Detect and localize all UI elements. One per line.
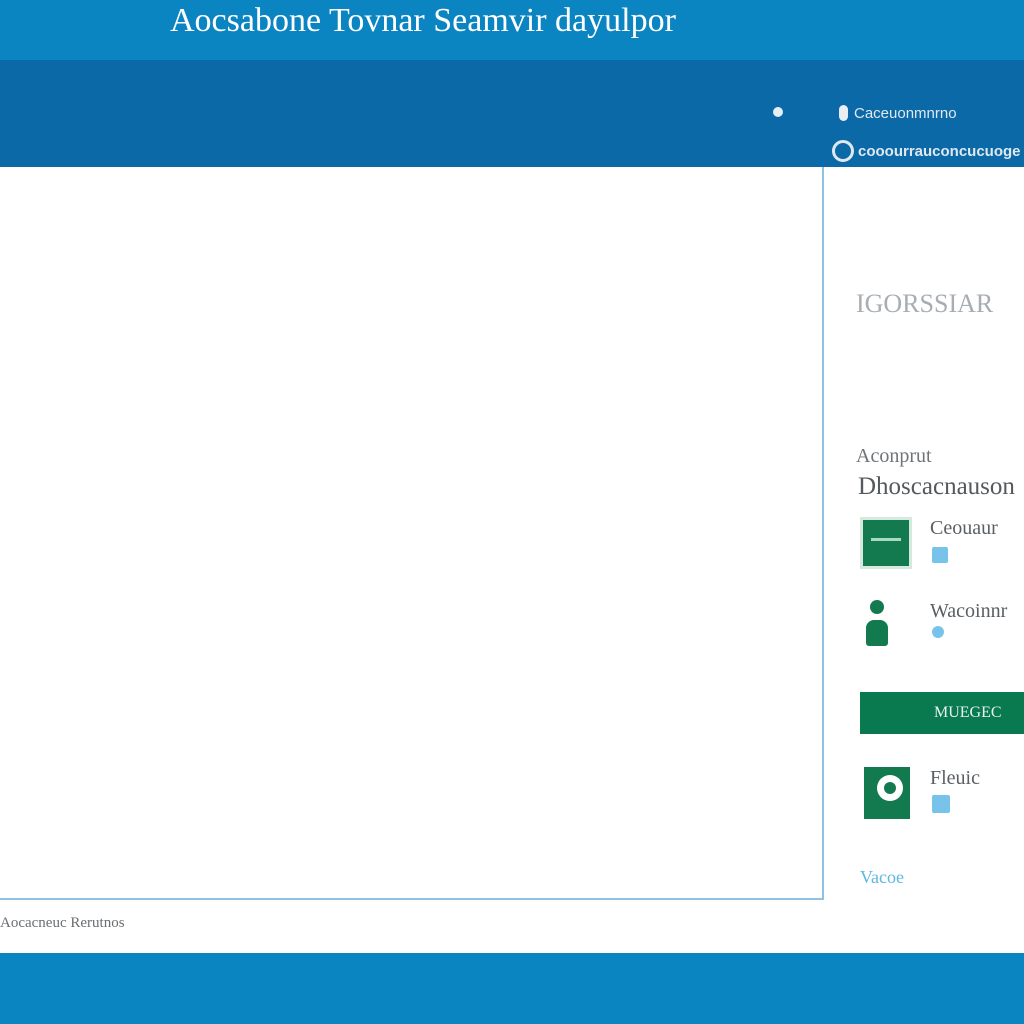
bottom-bar bbox=[0, 953, 1024, 1024]
account-secondary-link[interactable]: cooourrauconcucuoge bbox=[832, 140, 1024, 162]
side-panel-heading: IGORSSIAR bbox=[856, 289, 994, 318]
side-panel-link[interactable]: Vacoe bbox=[860, 867, 904, 888]
side-item-label: Wacoinnr bbox=[930, 600, 1008, 622]
avatar-ring-icon bbox=[832, 140, 854, 162]
status-dot-icon bbox=[773, 107, 783, 117]
side-item-user[interactable]: Wacoinnr bbox=[860, 600, 1024, 660]
window-title: Aocsabone Tovnar Seamvir dayulpor bbox=[170, 2, 676, 39]
lock-icon bbox=[932, 795, 950, 813]
side-item-grid[interactable]: Ceouaur bbox=[860, 517, 1024, 577]
account-label: Caceuonmnrno bbox=[854, 104, 957, 122]
lock-icon bbox=[932, 547, 948, 563]
account-indicator-icon bbox=[839, 105, 848, 121]
file-icon bbox=[864, 767, 910, 819]
side-panel-subheading: Aconprut bbox=[856, 445, 932, 467]
side-panel-section-title: Dhoscacnauson bbox=[858, 473, 1015, 500]
footer-status-text: Aocacneuc Rerutnos bbox=[0, 915, 125, 931]
pin-icon bbox=[932, 626, 944, 638]
side-item-label: Fleuic bbox=[930, 767, 980, 789]
account-secondary-label: cooourrauconcucuoge bbox=[858, 142, 1021, 160]
side-item-file[interactable]: Fleuic bbox=[860, 767, 1024, 827]
account-menu[interactable]: Caceuonmnrno bbox=[839, 103, 957, 123]
title-bar: Aocsabone Tovnar Seamvir dayulpor bbox=[0, 0, 1024, 60]
side-item-label: Ceouaur bbox=[930, 517, 998, 539]
grid-icon bbox=[860, 517, 912, 569]
side-panel: IGORSSIAR Aconprut Dhoscacnauson Ceouaur… bbox=[824, 167, 1024, 953]
main-content-area bbox=[0, 167, 824, 900]
manage-button[interactable]: MUEGEC bbox=[860, 692, 1024, 734]
